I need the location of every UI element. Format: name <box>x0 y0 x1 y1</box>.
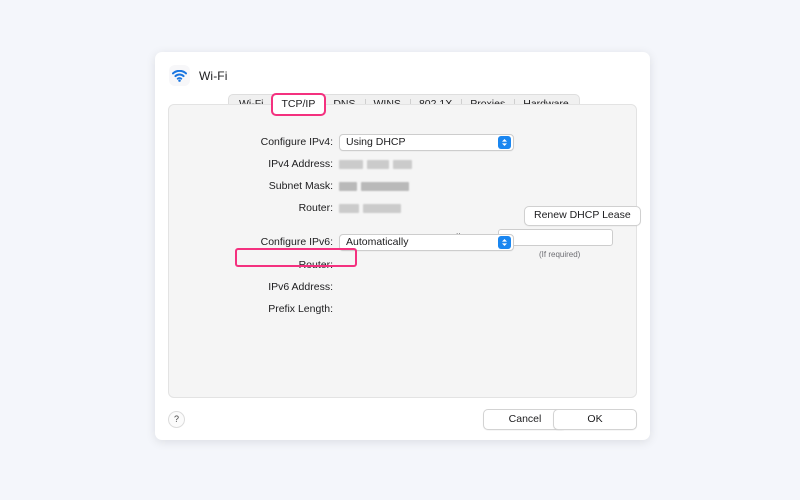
subnet-mask-row: Subnet Mask: <box>215 177 409 195</box>
configure-ipv6-label: Configure IPv6: <box>260 236 333 248</box>
prefix-length-label: Prefix Length: <box>268 303 333 315</box>
ipv4-router-value <box>339 203 401 213</box>
renew-dhcp-lease-button[interactable]: Renew DHCP Lease <box>524 206 641 226</box>
tcp-ip-settings-panel: Configure IPv4: Using DHCP IPv4 Address:… <box>168 104 641 398</box>
configure-ipv6-row: Configure IPv6: Automatically <box>215 233 514 251</box>
prefix-length-row: Prefix Length: <box>215 300 339 318</box>
configure-ipv4-label: Configure IPv4: <box>260 136 333 148</box>
chevron-up-down-icon <box>498 136 511 149</box>
subnet-mask-value <box>339 181 409 191</box>
dhcp-client-id-hint: (If required) <box>539 250 581 259</box>
wifi-network-settings-dialog: Wi-Fi Wi-Fi TCP/IP DNS WINS 802.1X Proxi… <box>155 52 650 440</box>
ipv4-router-row: Router: <box>215 199 401 217</box>
dialog-title-row: Wi-Fi <box>169 65 227 86</box>
subnet-mask-label: Subnet Mask: <box>268 180 333 192</box>
page-title: Wi-Fi <box>199 68 228 83</box>
configure-ipv4-select[interactable]: Using DHCP <box>339 133 514 151</box>
configure-ipv4-row: Configure IPv4: Using DHCP <box>215 133 514 151</box>
ipv6-address-label: IPv6 Address: <box>268 281 333 293</box>
configure-ipv6-value: Automatically <box>346 236 409 248</box>
ipv4-address-value <box>339 159 412 169</box>
configure-ipv4-value: Using DHCP <box>346 136 406 148</box>
dhcp-client-id-input[interactable] <box>497 229 613 246</box>
ipv6-router-label: Router: <box>298 259 333 271</box>
wifi-icon <box>169 65 190 86</box>
chevron-up-down-icon <box>498 236 511 249</box>
ipv6-address-row: IPv6 Address: <box>215 278 339 296</box>
help-button[interactable]: ? <box>168 411 185 428</box>
ipv4-address-row: IPv4 Address: <box>215 155 412 173</box>
tab-tcp-ip[interactable]: TCP/IP <box>270 93 327 116</box>
ipv6-router-row: Router: <box>215 256 339 274</box>
ok-button[interactable]: OK <box>553 409 637 430</box>
configure-ipv6-select[interactable]: Automatically <box>339 233 514 251</box>
ipv4-address-label: IPv4 Address: <box>268 158 333 170</box>
ipv4-router-label: Router: <box>298 202 333 214</box>
